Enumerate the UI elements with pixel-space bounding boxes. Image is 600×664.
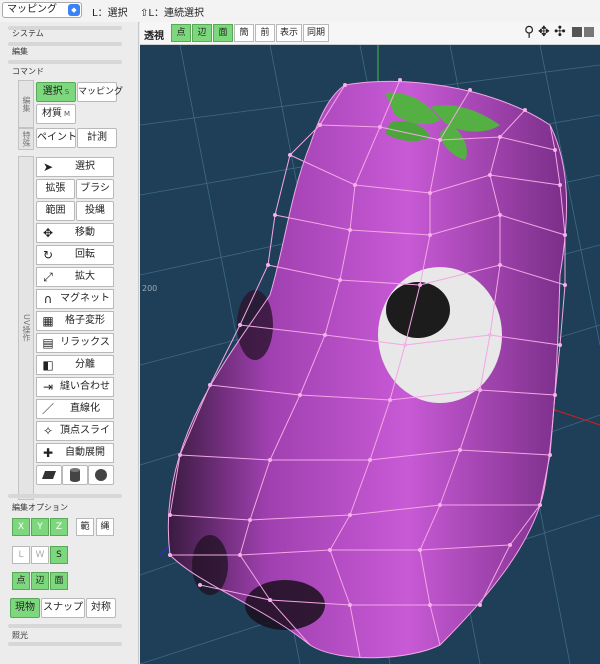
tool-lattice[interactable]: ▦ 格子変形 [36,311,114,331]
select-mode-button[interactable]: 選択 S [36,82,76,102]
divider [8,642,122,646]
sphere-icon [95,469,107,481]
tool-stitch[interactable]: ⇥ 縫い合わせ [36,377,114,397]
screen-toggle[interactable]: S [50,546,68,564]
tool-move[interactable]: ✥ 移動 [36,223,114,243]
tool-rotate[interactable]: ↻ 回転 [36,245,114,265]
paint-button[interactable]: ペイント [36,128,77,148]
symmetry-button[interactable]: 対称 [86,598,116,618]
divider [8,624,122,628]
axis-x-toggle[interactable]: X [12,518,30,536]
axis-y-toggle[interactable]: Y [31,518,49,536]
left-panel: システム 編集 コマンド 編集 選択 S マッピング 材質 M 特殊 ペイント 計測… [0,22,139,664]
rotate-view-icon[interactable]: ✣ [554,24,566,40]
shadow-patch [245,580,325,630]
tool-split[interactable]: ◧ 分離 [36,355,114,375]
section-lighting[interactable]: 照光 [12,630,28,641]
move-icon: ✥ [42,226,54,240]
3d-viewport[interactable]: 100 200 [140,45,600,664]
stitch-icon: ⇥ [42,380,54,394]
viewport-toolbar: 透視 点 辺 面 簡 前 表示 同期 ⚲ ✥ ✣ [140,22,600,45]
scene-canvas[interactable]: 100 200 [140,45,600,664]
plane-icon [42,471,56,479]
axis-z-toggle[interactable]: Z [50,518,68,536]
lasso-button[interactable]: 投縄 [76,201,114,221]
unwrap-icon: ✚ [42,446,54,460]
snap-button[interactable]: スナップ [41,598,85,618]
current-object-toggle[interactable]: 現物 [10,598,40,618]
mode-select[interactable]: マッピング ◆ [2,2,82,18]
cursor-icon: ➤ [42,160,54,174]
tool-select[interactable]: ➤ 選択 [36,157,114,177]
divider [8,494,122,498]
view-mode-icon[interactable] [584,27,594,37]
scale-icon: ⤢ [43,270,53,284]
select-edge-toggle[interactable]: 辺 [31,572,49,590]
tool-auto-unwrap[interactable]: ✚ 自動展開 [36,443,114,463]
cylinder-icon [70,468,80,482]
front-view-button[interactable]: 前 [255,24,275,42]
hint-select: L：選択 [92,8,128,19]
tool-relax[interactable]: ▤ リラックス [36,333,114,353]
section-edit[interactable]: 編集 [12,46,28,57]
tab-edit[interactable]: 編集 [18,80,34,128]
tab-uv-operation[interactable]: UV操作 [18,156,34,500]
cylinder-projection-button[interactable] [62,465,88,485]
tool-scale[interactable]: ⤢ 拡大 [36,267,114,287]
eye-pupil [386,282,450,338]
select-face-toggle[interactable]: 面 [50,572,68,590]
view-grid-icon[interactable] [572,27,582,37]
lattice-icon: ▦ [42,314,54,328]
expand-button[interactable]: 拡張 [36,179,75,199]
sphere-projection-button[interactable] [88,465,114,485]
divider [8,60,122,64]
tool-magnet[interactable]: ∩ マグネット [36,289,114,309]
tool-straighten[interactable]: ／直線化 [36,399,114,419]
mapping-mode-button[interactable]: マッピング [77,82,123,102]
magnet-icon: ∩ [43,292,53,306]
plane-projection-button[interactable] [36,465,62,485]
hint-continuous-select: ⇧L：連続選択 [140,8,204,19]
top-bar: マッピング ◆ L：選択 ⇧L：連続選択 [0,0,600,23]
simple-view-button[interactable]: 簡 [234,24,254,42]
mode-select-value: マッピング [7,4,57,15]
shadow-patch [192,535,228,595]
zoom-icon[interactable]: ⚲ [524,24,534,40]
measure-button[interactable]: 計測 [77,128,117,148]
split-icon: ◧ [42,358,54,372]
eye-white [378,267,502,403]
vertex-slide-icon: ✧ [42,424,54,438]
rope-option-button[interactable]: 縄 [96,518,114,536]
select-point-toggle[interactable]: 点 [12,572,30,590]
tool-vertex-slide[interactable]: ✧頂点スライド [36,421,114,454]
perspective-label[interactable]: 透視 [144,27,164,42]
pan-icon[interactable]: ✥ [538,24,550,40]
eggplant-body [168,81,567,658]
brush-button[interactable]: ブラシ [76,179,114,199]
edge-view-toggle[interactable]: 辺 [192,24,212,42]
sync-button[interactable]: 同期 [303,24,329,42]
relax-icon: ▤ [42,336,54,350]
range-button[interactable]: 範囲 [36,201,75,221]
rotate-icon: ↻ [42,248,54,262]
display-button[interactable]: 表示 [276,24,302,42]
section-edit-options[interactable]: 編集オプション [12,502,68,513]
world-toggle[interactable]: W [31,546,49,564]
local-toggle[interactable]: L [12,546,30,564]
section-system[interactable]: システム [12,28,44,39]
axis-label-200: 200 [142,284,157,293]
face-view-toggle[interactable]: 面 [213,24,233,42]
range-option-button[interactable]: 範 [76,518,94,536]
chevron-updown-icon: ◆ [68,4,80,16]
point-view-toggle[interactable]: 点 [171,24,191,42]
material-mode-button[interactable]: 材質 M [36,104,76,124]
section-command[interactable]: コマンド [12,66,44,77]
straighten-icon: ／ [41,402,54,416]
tab-special[interactable]: 特殊 [18,128,34,150]
